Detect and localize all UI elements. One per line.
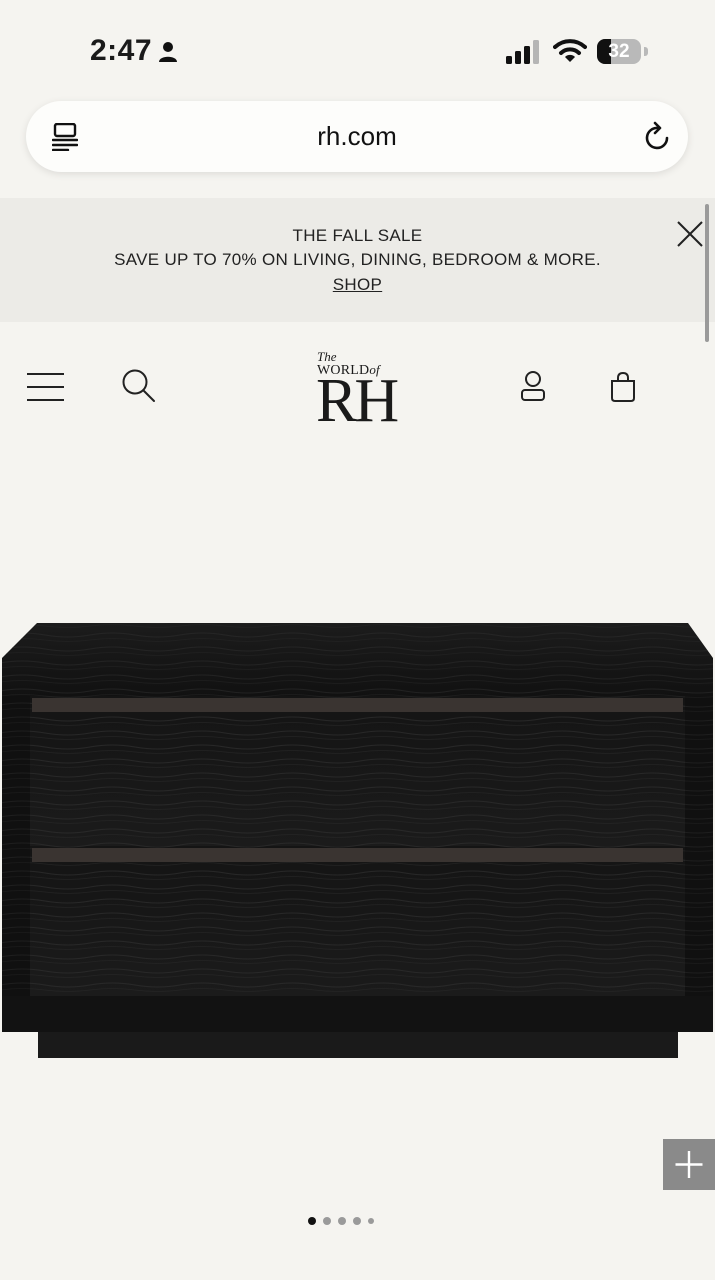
product-image[interactable] bbox=[0, 600, 715, 1070]
url-text[interactable]: rh.com bbox=[26, 121, 688, 152]
promo-banner: THE FALL SALE SAVE UP TO 70% ON LIVING, … bbox=[0, 198, 715, 322]
account-icon[interactable] bbox=[519, 370, 547, 402]
battery-icon: 32 bbox=[597, 39, 641, 64]
plus-icon bbox=[675, 1151, 703, 1178]
site-header: The WORLDof RH bbox=[0, 340, 715, 440]
promo-title: THE FALL SALE bbox=[292, 226, 423, 245]
carousel-dot[interactable] bbox=[368, 1218, 374, 1224]
close-icon[interactable] bbox=[676, 220, 704, 248]
rh-logo[interactable]: The WORLDof RH bbox=[300, 348, 420, 432]
carousel-dot[interactable] bbox=[323, 1217, 331, 1225]
scrollbar[interactable] bbox=[705, 204, 709, 342]
person-icon bbox=[159, 42, 177, 62]
wifi-icon bbox=[553, 39, 587, 62]
status-bar: 2:47 32 bbox=[0, 0, 715, 100]
reload-icon[interactable] bbox=[644, 121, 672, 151]
url-bar[interactable]: rh.com bbox=[26, 101, 688, 172]
battery-percent: 32 bbox=[608, 41, 630, 62]
search-icon[interactable] bbox=[121, 368, 157, 404]
menu-icon[interactable] bbox=[27, 372, 65, 402]
carousel-dot[interactable] bbox=[338, 1217, 346, 1225]
status-time: 2:47 bbox=[90, 34, 153, 67]
carousel-dots bbox=[308, 1217, 378, 1227]
upper-drawer-pull bbox=[32, 698, 683, 712]
carousel-dot[interactable] bbox=[308, 1217, 316, 1225]
shopping-bag-icon[interactable] bbox=[609, 371, 637, 403]
shop-link[interactable]: SHOP bbox=[333, 275, 382, 294]
nightstand-bottom-rail bbox=[2, 996, 713, 1032]
zoom-button[interactable] bbox=[663, 1139, 715, 1190]
battery-tip bbox=[644, 47, 648, 56]
lower-drawer-pull bbox=[32, 848, 683, 862]
promo-subtitle: SAVE UP TO 70% ON LIVING, DINING, BEDROO… bbox=[114, 250, 601, 269]
nightstand-plinth bbox=[38, 1032, 678, 1058]
promo-shop-link-wrapper: SHOP bbox=[0, 275, 715, 295]
logo-brand: RH bbox=[316, 367, 399, 435]
cellular-signal-icon bbox=[506, 40, 539, 64]
carousel-dot[interactable] bbox=[353, 1217, 361, 1225]
